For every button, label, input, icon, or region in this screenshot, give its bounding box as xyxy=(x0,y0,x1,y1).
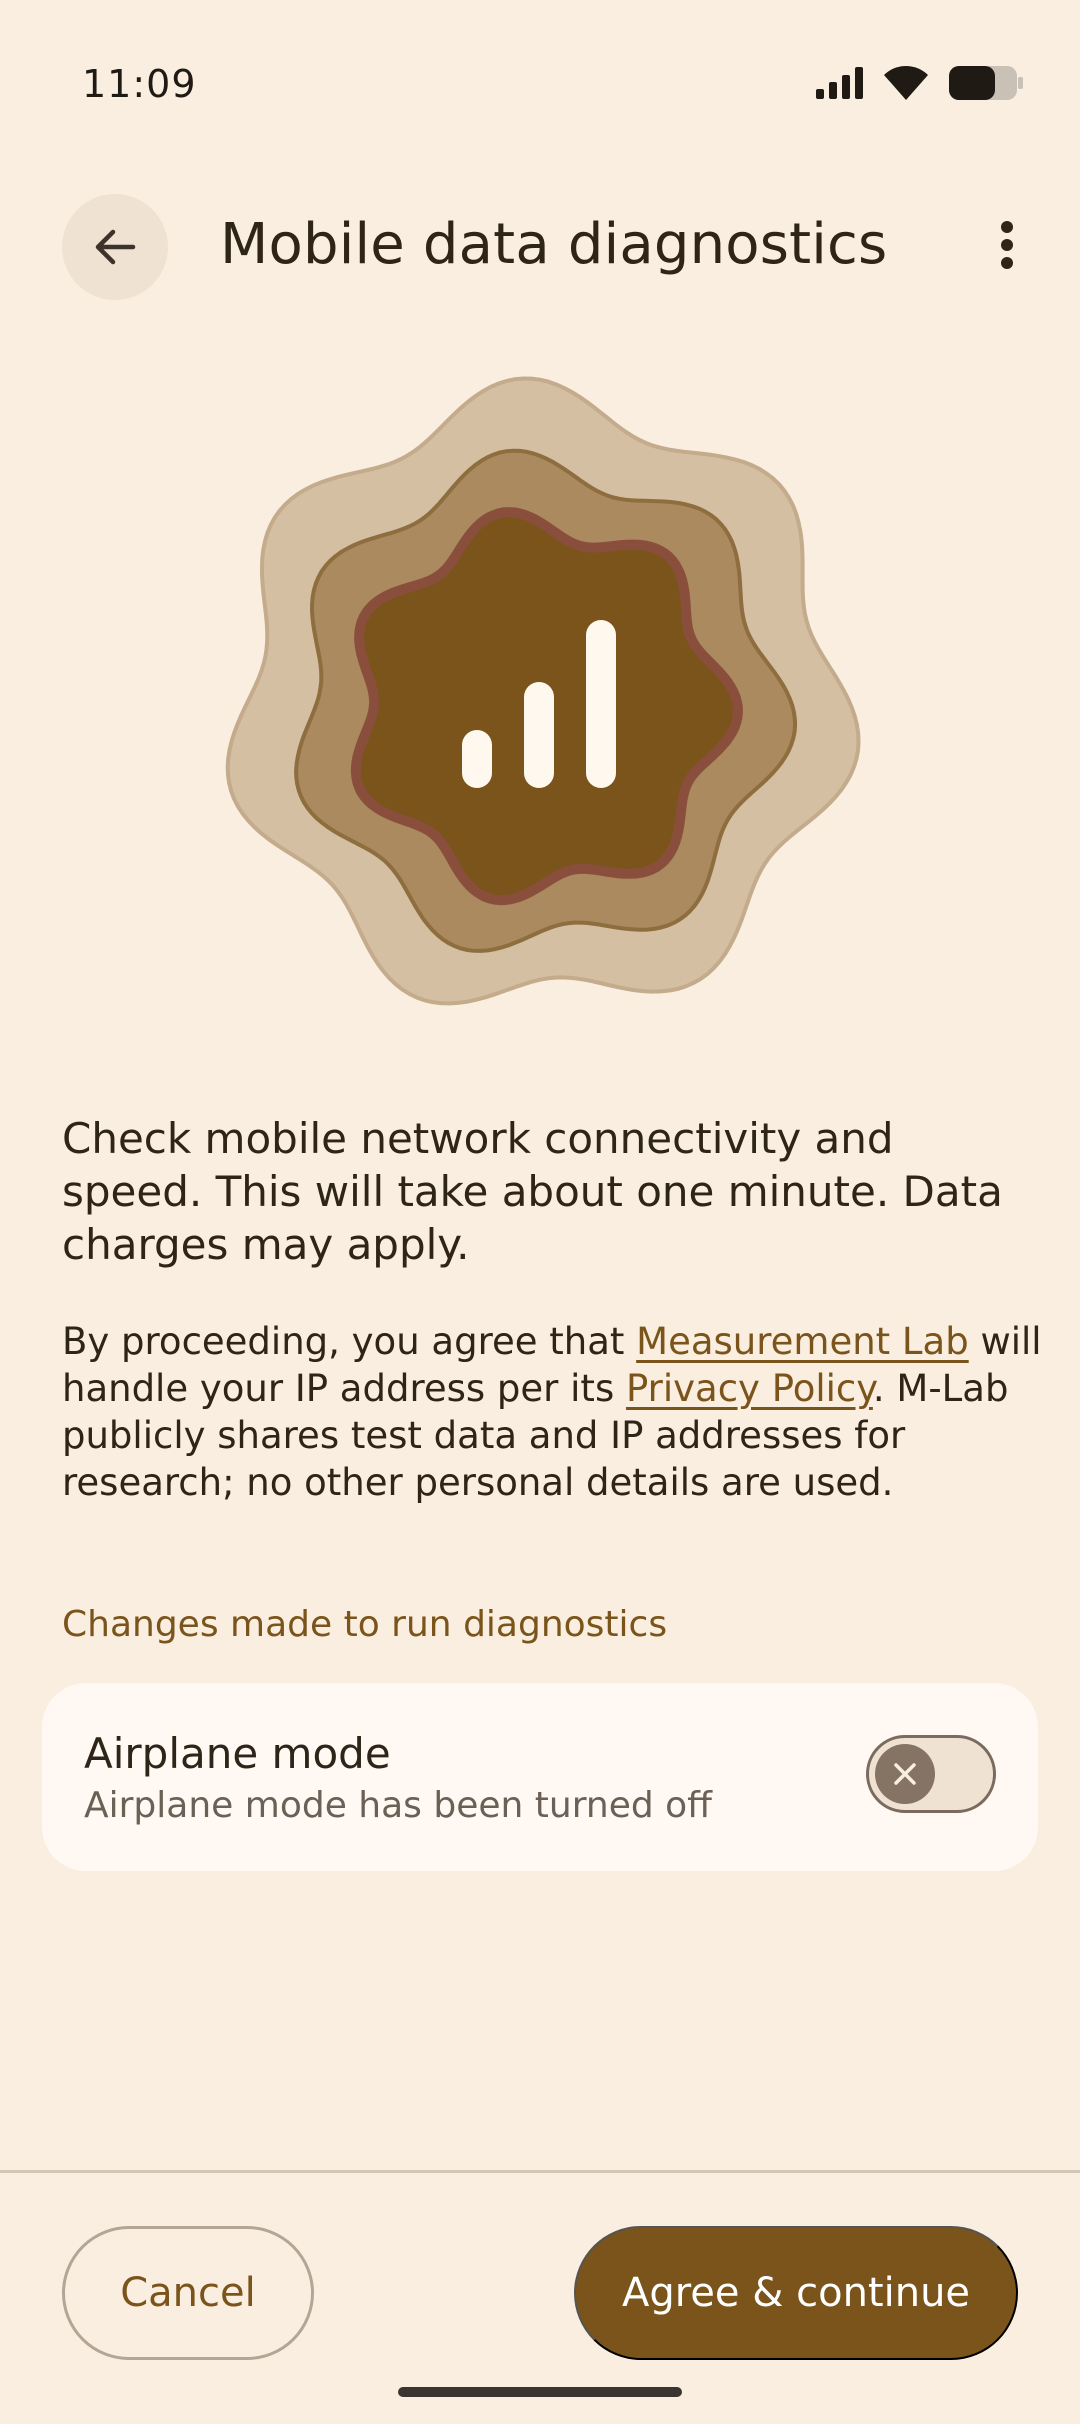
consent-part1: By proceeding, you agree that xyxy=(62,1320,637,1363)
privacy-policy-link[interactable]: Privacy Policy xyxy=(626,1367,873,1410)
close-icon xyxy=(894,1763,916,1785)
agree-continue-button[interactable]: Agree & continue xyxy=(574,2226,1018,2360)
status-bar: 11:09 xyxy=(0,0,1080,180)
consent-text: By proceeding, you agree that Measuremen… xyxy=(62,1318,1042,1506)
more-options-button[interactable] xyxy=(964,202,1050,288)
hero-graphic xyxy=(225,376,861,1006)
status-time: 11:09 xyxy=(82,62,197,106)
bottom-divider xyxy=(0,2170,1080,2173)
app-bar: Mobile data diagnostics xyxy=(0,180,1080,310)
airplane-mode-card: Airplane mode Airplane mode has been tur… xyxy=(42,1683,1038,1871)
gesture-nav-handle[interactable] xyxy=(398,2387,682,2397)
measurement-lab-link[interactable]: Measurement Lab xyxy=(636,1320,969,1363)
page-title: Mobile data diagnostics xyxy=(220,212,888,277)
signal-icon xyxy=(816,67,863,99)
battery-icon xyxy=(949,66,1023,100)
changes-section-label: Changes made to run diagnostics xyxy=(62,1604,668,1645)
arrow-back-icon xyxy=(95,229,136,265)
toggle-knob xyxy=(875,1744,935,1804)
airplane-mode-subtitle: Airplane mode has been turned off xyxy=(84,1785,712,1826)
status-icons xyxy=(816,64,1024,102)
airplane-mode-title: Airplane mode xyxy=(84,1729,391,1778)
wifi-icon xyxy=(884,66,928,100)
description-text: Check mobile network connectivity and sp… xyxy=(62,1114,1003,1269)
more-vert-icon xyxy=(1001,221,1013,269)
airplane-mode-toggle[interactable] xyxy=(866,1735,996,1813)
hero-illustration xyxy=(200,370,880,1030)
cancel-button[interactable]: Cancel xyxy=(62,2226,314,2360)
back-button[interactable] xyxy=(62,194,168,300)
